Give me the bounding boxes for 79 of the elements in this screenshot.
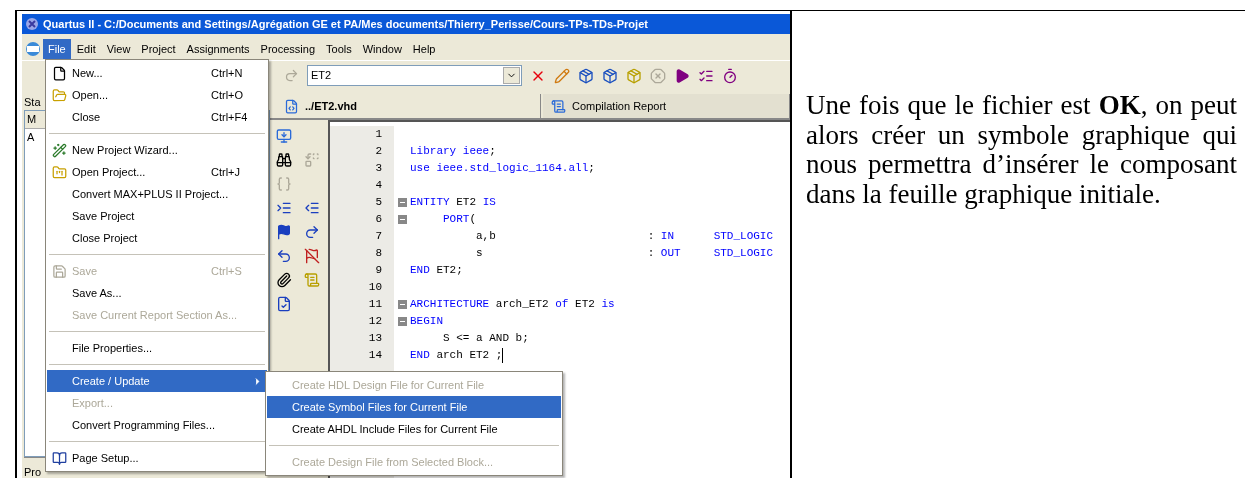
line-number: 6 — [375, 212, 382, 227]
menu-item[interactable]: Convert MAX+PLUS II Project... — [47, 183, 267, 205]
line-number: 4 — [375, 178, 382, 193]
outdent-icon[interactable] — [304, 200, 320, 216]
pencil-icon[interactable] — [554, 67, 570, 84]
line-number: 8 — [375, 246, 382, 261]
menu-bar-item[interactable]: View — [101, 38, 136, 60]
cube-icon[interactable] — [578, 67, 594, 84]
play-icon[interactable] — [674, 67, 690, 84]
code-line: a,b : IN STD_LOGIC — [475, 229, 774, 244]
file-icon — [284, 98, 299, 114]
code-line: ENTITY ET2 IS — [410, 195, 496, 210]
menu-item[interactable]: Open Project... Ctrl+J — [47, 161, 267, 183]
fold-marker-icon[interactable] — [397, 317, 407, 326]
menu-bar-item[interactable]: Project — [136, 38, 181, 60]
menu-item[interactable]: Page Setup... — [47, 447, 267, 469]
code-line: use ieee.std_logic_1164.all; — [410, 161, 595, 176]
timer-icon[interactable] — [722, 67, 738, 84]
window-icon[interactable] — [276, 128, 292, 144]
indent-icon[interactable] — [276, 200, 292, 216]
app-logo-icon — [25, 17, 39, 31]
line-number: 10 — [368, 280, 382, 295]
floppy-icon — [51, 263, 67, 279]
menu-bar-item[interactable]: Window — [357, 38, 407, 60]
menu-item[interactable]: Convert Programming Files... — [47, 414, 267, 436]
menu-bar-item[interactable]: Tools — [321, 38, 357, 60]
menu-item[interactable]: File Properties... — [47, 337, 267, 359]
menu-item[interactable]: Create Symbol Files for Current File — [267, 396, 561, 418]
window-title: Quartus II - C:/Documents and Settings/Agrégation GE et PA/Mes documents/Thierry_Perisse/Cours-TPs-TDs-Projet — [43, 16, 648, 32]
line-number: 2 — [375, 144, 382, 159]
menu-item[interactable]: Create / Update — [47, 370, 267, 392]
code-line: ARCHITECTURE arch_ET2 of ET2 is — [410, 297, 615, 312]
project-combo-box[interactable]: ET2 — [307, 65, 522, 86]
code-line: Library ieee; — [410, 144, 496, 159]
menu-item[interactable]: Save As... — [47, 282, 267, 304]
menu-item[interactable]: Open... Ctrl+O — [47, 84, 267, 106]
fold-marker-icon[interactable] — [397, 215, 407, 224]
wizard-icon — [51, 142, 67, 158]
paragraph: Une fois que le fichier est OK, on peut alors créer un symbole graphique qui nous permettra d’insérer le composant dans la feuille graphique initiale. — [806, 91, 1237, 209]
file-check-icon[interactable] — [276, 296, 292, 312]
cube-icon[interactable] — [602, 67, 618, 84]
menu-bar-item[interactable]: Help — [407, 38, 441, 60]
line-number: 9 — [375, 263, 382, 278]
code-line: s : OUT STD_LOGIC — [475, 246, 774, 261]
folder-icon — [51, 164, 67, 180]
menu-bar-item[interactable]: File — [43, 38, 71, 60]
menu-bar-item[interactable]: Assignments — [181, 38, 255, 60]
menu-item[interactable]: New... Ctrl+N — [47, 62, 267, 84]
line-number: 14 — [368, 348, 382, 363]
line-number: 12 — [368, 314, 382, 329]
report-icon — [551, 98, 566, 114]
menu-item[interactable]: Create AHDL Include Files for Current File — [267, 418, 561, 440]
menu-bar-item[interactable]: Edit — [71, 38, 101, 60]
flag-icon[interactable] — [276, 224, 292, 240]
editor-tab[interactable]: Compilation Report — [543, 94, 790, 118]
code-line: PORT( — [442, 212, 477, 227]
binoculars-icon[interactable] — [276, 152, 292, 168]
fold-marker-icon[interactable] — [397, 198, 407, 207]
menu-bar-item[interactable]: Processing — [255, 38, 320, 60]
fold-marker-icon[interactable] — [397, 300, 407, 309]
code-line: BEGIN — [410, 314, 443, 329]
line-number: 7 — [375, 229, 382, 244]
code-line: S <= a AND b; — [442, 331, 529, 346]
folder-icon — [51, 87, 67, 103]
line-number: 11 — [368, 297, 382, 312]
menu-item[interactable]: Save Project — [47, 205, 267, 227]
flag-off-icon[interactable] — [304, 248, 320, 264]
menu-item[interactable]: New Project Wizard... — [47, 139, 267, 161]
book-icon — [51, 450, 67, 466]
code-line: END ET2; — [410, 263, 463, 278]
document-icon — [51, 65, 67, 81]
code-line: END arch ET2 ; — [410, 348, 503, 363]
panel-title: Sta — [24, 95, 41, 110]
line-number: 1 — [375, 127, 382, 142]
paperclip-icon[interactable] — [276, 272, 292, 288]
menu-item[interactable]: Close Project — [47, 227, 267, 249]
line-number: 5 — [375, 195, 382, 210]
line-number: 13 — [368, 331, 382, 346]
line-number: 3 — [375, 161, 382, 176]
